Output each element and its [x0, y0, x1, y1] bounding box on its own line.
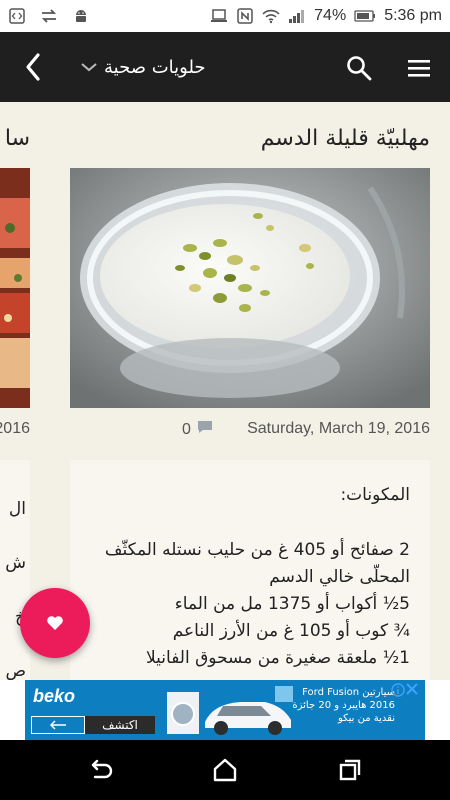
- ad-arrow-icon[interactable]: [31, 716, 85, 734]
- ad-info-icon[interactable]: [391, 682, 405, 697]
- signal-icon: [288, 7, 306, 25]
- favorite-button[interactable]: [20, 588, 90, 658]
- side-text-line: ال: [8, 499, 26, 519]
- ingredient-item: 2 صفائح أو 405 غ من حليب نستله المكثّف ا…: [104, 540, 410, 587]
- heart-icon: [47, 616, 63, 630]
- menu-icon[interactable]: [404, 54, 434, 82]
- side-text-line: ش: [5, 553, 26, 573]
- code-icon: [8, 7, 26, 25]
- side-article-date: 2016: [0, 420, 30, 437]
- system-nav-bar: [0, 740, 450, 800]
- ad-strip: beko اكتشف سيارتين Ford Fusion 2016 هايب…: [0, 680, 450, 740]
- sync-icon: [40, 7, 58, 25]
- back-icon[interactable]: [18, 50, 48, 84]
- side-text-line: ص: [5, 661, 26, 680]
- ingredients-heading: المكونات:: [340, 485, 410, 505]
- ad-banner[interactable]: beko اكتشف سيارتين Ford Fusion 2016 هايب…: [25, 680, 425, 740]
- article-title[interactable]: مهلبيّة قليلة الدسم: [261, 126, 430, 151]
- ad-brand-logo: beko: [33, 686, 76, 706]
- category-label: حلويات صحية: [104, 56, 206, 78]
- ad-text: سيارتين Ford Fusion 2016 هايبرد و 20 جائ…: [292, 687, 395, 724]
- back-nav-icon[interactable]: [85, 755, 115, 785]
- ingredient-item: ¾ كوب أو 105 غ من الأرز الناعم: [172, 621, 410, 641]
- article-body: المكونات: 2 صفائح أو 405 غ من حليب نستله…: [70, 460, 430, 680]
- category-selector[interactable]: حلويات صحية: [80, 52, 206, 82]
- android-icon: [72, 7, 90, 25]
- search-icon[interactable]: [345, 54, 373, 82]
- battery-percent: 74%: [314, 7, 347, 24]
- chevron-down-icon: [80, 58, 98, 76]
- side-article-body: ال ش خ ص: [0, 460, 30, 680]
- ad-cta-button[interactable]: اكتشف: [85, 716, 155, 734]
- ad-product-image: [167, 686, 293, 735]
- nfc-icon: [236, 7, 254, 25]
- clock: 5:36 pm: [384, 7, 442, 24]
- laptop-icon: [210, 7, 228, 25]
- battery-icon: [354, 7, 376, 25]
- ad-close-icon[interactable]: [405, 682, 421, 698]
- wifi-icon: [262, 7, 280, 25]
- article-image[interactable]: [70, 168, 430, 408]
- status-bar: 74% 5:36 pm: [0, 0, 450, 32]
- ingredient-item: 5½ أكواب أو 1375 مل من الماء: [174, 594, 410, 614]
- app-bar: حلويات صحية: [0, 32, 450, 102]
- comment-counter[interactable]: 0: [182, 420, 213, 439]
- article-meta: 2016 0 Saturday, March 19, 2016: [0, 420, 450, 444]
- comment-count: 0: [182, 420, 191, 438]
- article-date: Saturday, March 19, 2016: [247, 420, 430, 437]
- recents-nav-icon[interactable]: [335, 755, 365, 785]
- side-article-title[interactable]: سا: [0, 126, 30, 151]
- comment-icon: [197, 420, 213, 439]
- side-article-image[interactable]: [0, 168, 30, 408]
- ingredient-item: 1½ ملعقة صغيرة من مسحوق الفانيلا: [146, 648, 410, 668]
- home-nav-icon[interactable]: [210, 755, 240, 785]
